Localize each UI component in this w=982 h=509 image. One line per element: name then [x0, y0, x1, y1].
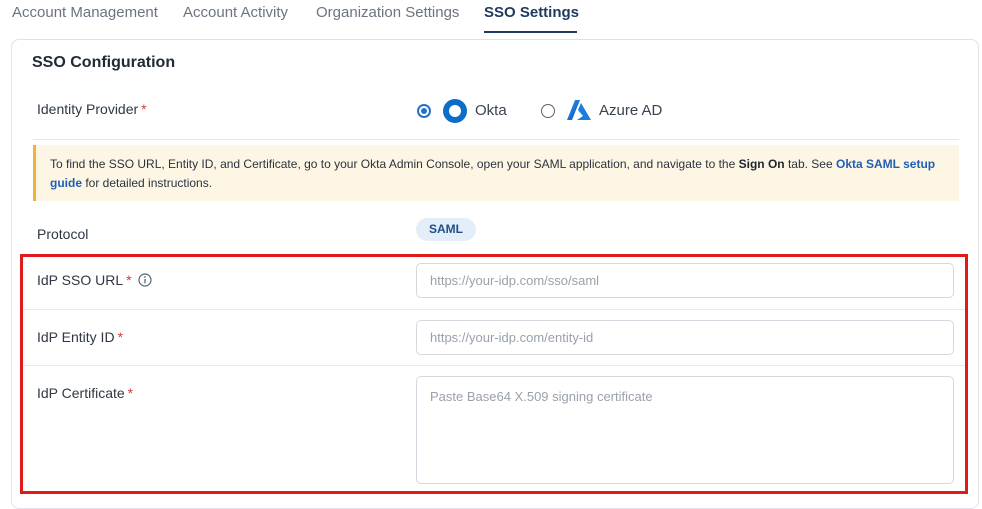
info-icon[interactable]: [138, 273, 152, 287]
idp-entity-id-input[interactable]: [416, 320, 954, 355]
protocol-badge: SAML: [416, 218, 476, 241]
idp-entity-id-label: IdP Entity ID *: [37, 329, 124, 345]
required-marker: *: [117, 329, 124, 345]
idp-certificate-textarea[interactable]: [416, 376, 954, 484]
idp-sso-url-label: IdP SSO URL *: [37, 272, 132, 288]
required-marker: *: [127, 385, 134, 401]
idp-sso-url-input[interactable]: [416, 263, 954, 298]
required-marker: *: [126, 272, 132, 288]
okta-radio[interactable]: [417, 104, 431, 118]
tab-organization-settings[interactable]: Organization Settings: [316, 4, 459, 21]
required-marker: *: [141, 101, 147, 117]
identity-provider-label: Identity Provider *: [37, 101, 147, 117]
azure-ad-option-label[interactable]: Azure AD: [599, 102, 662, 119]
azure-ad-logo-icon: [567, 100, 591, 120]
tab-account-management[interactable]: Account Management: [12, 4, 158, 21]
idp-certificate-label: IdP Certificate *: [37, 385, 134, 401]
settings-tabs: Account Management Account Activity Orga…: [0, 0, 982, 36]
tab-sso-settings[interactable]: SSO Settings: [484, 4, 579, 21]
notice-bold-text: Sign On: [738, 157, 785, 171]
divider: [33, 139, 959, 140]
tab-account-activity[interactable]: Account Activity: [183, 4, 288, 21]
active-tab-indicator: [484, 31, 577, 33]
divider: [23, 309, 965, 310]
sso-instructions-notice: To find the SSO URL, Entity ID, and Cert…: [33, 145, 959, 201]
okta-logo-icon: [443, 99, 467, 123]
divider: [23, 365, 965, 366]
protocol-label: Protocol: [37, 226, 89, 242]
okta-option-label[interactable]: Okta: [475, 102, 507, 119]
section-title: SSO Configuration: [32, 54, 176, 71]
azure-ad-radio[interactable]: [541, 104, 555, 118]
